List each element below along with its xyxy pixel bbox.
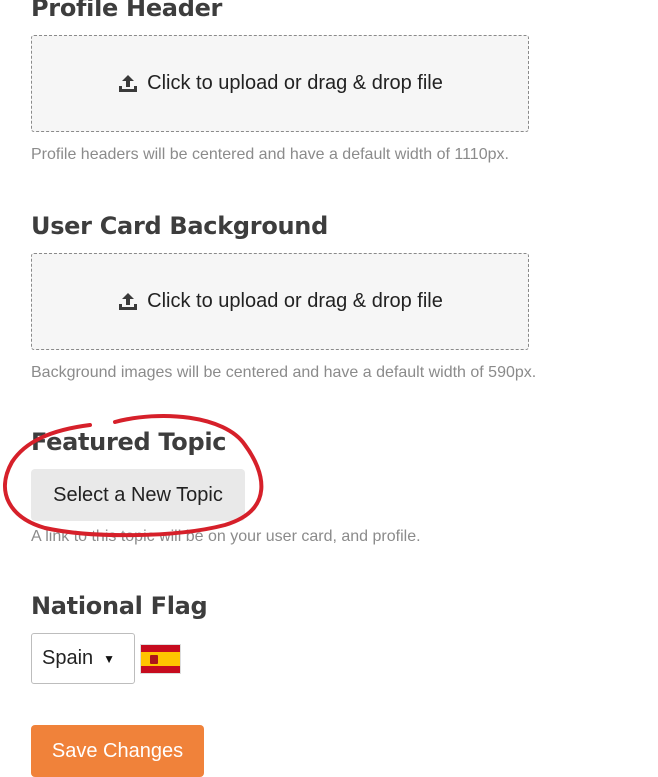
profile-header-title: Profile Header — [31, 0, 223, 22]
user-card-background-help: Background images will be centered and h… — [31, 364, 537, 381]
upload-icon — [117, 292, 139, 312]
national-flag-title: National Flag — [31, 592, 208, 620]
select-new-topic-button[interactable]: Select a New Topic — [31, 469, 245, 521]
upload-icon — [117, 74, 139, 94]
featured-topic-title: Featured Topic — [31, 428, 227, 456]
user-card-background-upload-dropzone[interactable]: Click to upload or drag & drop file — [31, 253, 529, 350]
country-select[interactable]: Spain ▼ — [31, 633, 135, 684]
profile-header-help: Profile headers will be centered and hav… — [31, 146, 509, 163]
country-select-value: Spain — [42, 647, 94, 669]
profile-header-upload-dropzone[interactable]: Click to upload or drag & drop file — [31, 35, 529, 132]
upload-label: Click to upload or drag & drop file — [147, 290, 443, 312]
spain-flag-icon — [140, 644, 181, 674]
featured-topic-help: A link to this topic will be on your use… — [31, 528, 421, 545]
upload-label: Click to upload or drag & drop file — [147, 72, 443, 94]
user-card-background-title: User Card Background — [31, 212, 328, 240]
caret-down-icon: ▼ — [103, 651, 116, 666]
save-changes-button[interactable]: Save Changes — [31, 725, 204, 777]
